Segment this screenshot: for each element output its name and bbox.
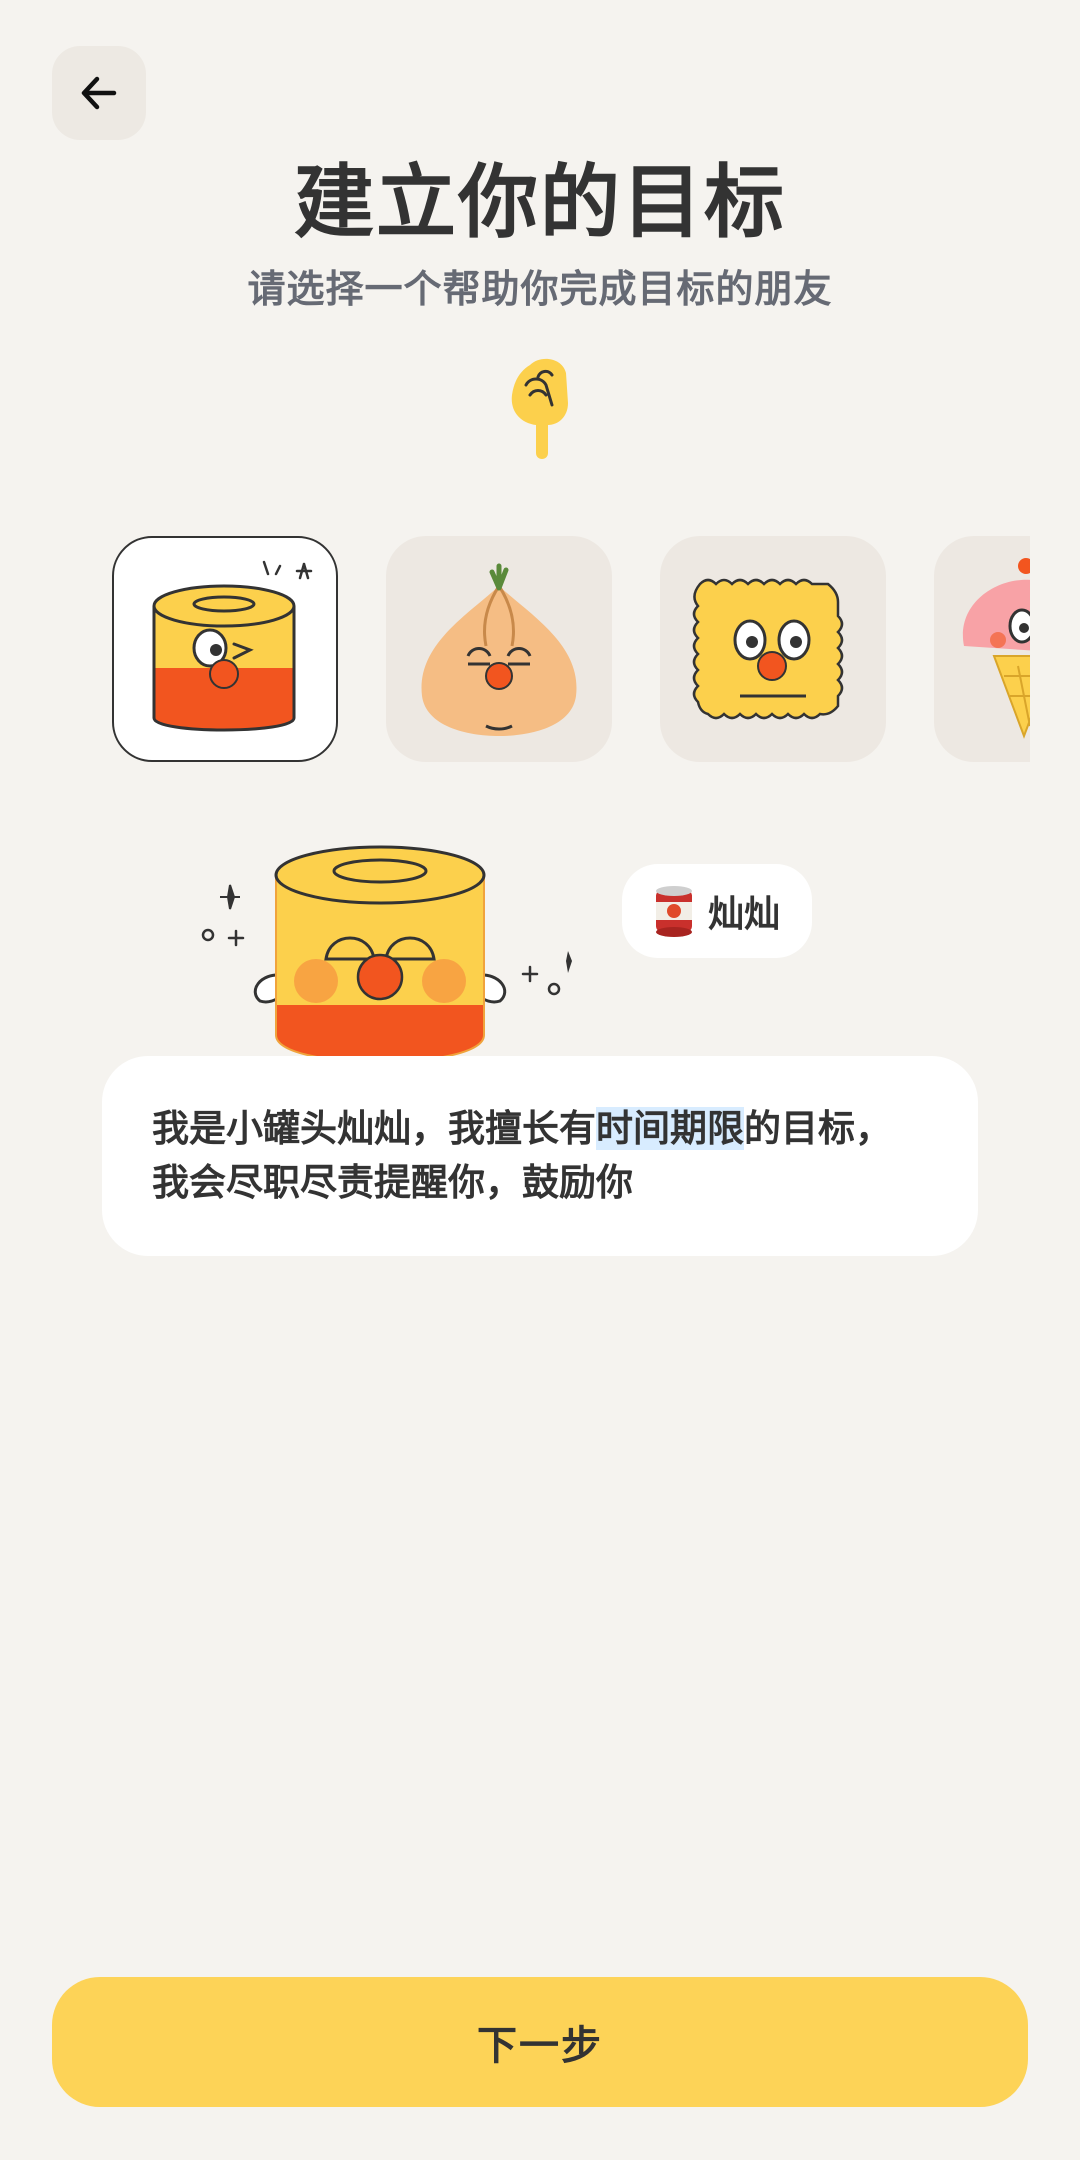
intro-text-highlight: 时间期限	[596, 1107, 744, 1150]
companion-card-can[interactable]	[112, 536, 338, 762]
companion-name-tag: 灿灿	[622, 864, 812, 958]
companion-intro-bubble: 我是小罐头灿灿，我擅长有时间期限的目标，我会尽职尽责提醒你，鼓励你	[102, 1056, 978, 1256]
onion-character-icon	[421, 563, 577, 736]
pointing-hand-icon	[511, 358, 568, 459]
can-character-icon	[152, 560, 313, 732]
page-subtitle: 请选择一个帮助你完成目标的朋友	[247, 267, 833, 311]
cracker-character-icon	[692, 578, 844, 720]
arrow-left-icon	[81, 76, 117, 110]
ice-cream-character-icon	[962, 558, 1030, 739]
companion-card-ice-cream[interactable]	[934, 536, 1030, 762]
companion-card-onion[interactable]	[386, 536, 612, 762]
tomato-can-icon	[655, 886, 692, 937]
back-button[interactable]	[52, 46, 146, 140]
companion-name: 灿灿	[707, 894, 780, 935]
next-step-button[interactable]: 下一步	[52, 1977, 1028, 2107]
companion-card-cracker[interactable]	[660, 536, 886, 762]
companion-carousel[interactable]	[112, 536, 1030, 766]
page-title: 建立你的目标	[294, 156, 786, 249]
intro-text-start: 我是小罐头灿灿，我擅长有	[152, 1107, 596, 1150]
